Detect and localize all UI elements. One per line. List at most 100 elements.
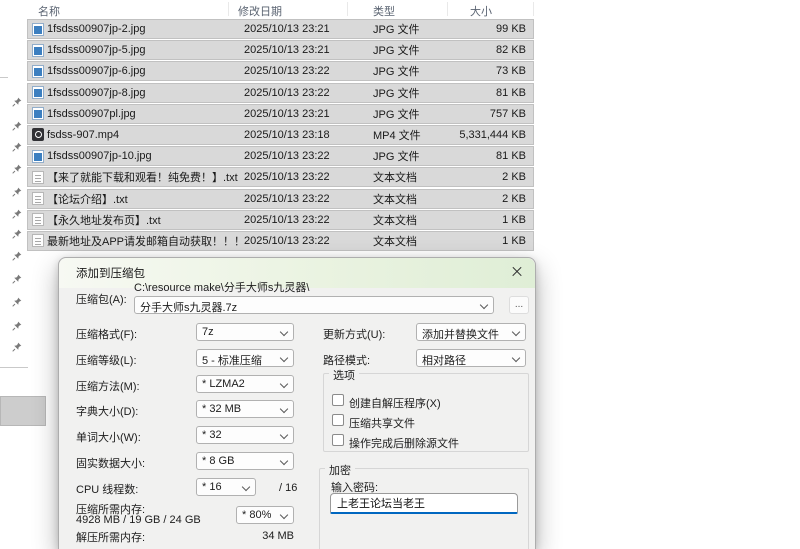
file-row[interactable]: 1fsdss00907jp-2.jpg2025/10/13 23:21JPG 文… bbox=[27, 19, 534, 39]
jpg-file-icon bbox=[32, 86, 44, 99]
jpg-file-icon bbox=[32, 107, 44, 120]
field-label: 单词大小(W): bbox=[76, 429, 141, 445]
column-header-date[interactable]: 修改日期 bbox=[238, 3, 282, 19]
field-value: * 16 bbox=[202, 481, 222, 493]
file-name: 【来了就能下载和观看！纯免费！】.txt bbox=[47, 169, 244, 185]
field-label: 字典大小(D): bbox=[76, 403, 138, 419]
pushpin-icon bbox=[12, 118, 22, 128]
rail-divider bbox=[0, 367, 28, 368]
file-row[interactable]: 1fsdss00907jp-8.jpg2025/10/13 23:22JPG 文… bbox=[27, 83, 534, 103]
file-row[interactable]: fsdss-907.mp42025/10/13 23:18MP4 文件5,331… bbox=[27, 125, 534, 145]
file-name: fsdss-907.mp4 bbox=[47, 129, 244, 141]
field-label: 压缩格式(F): bbox=[76, 326, 137, 342]
file-row[interactable]: 【论坛介绍】.txt2025/10/13 23:22文本文档2 KB bbox=[27, 189, 534, 209]
file-type: JPG 文件 bbox=[373, 63, 457, 79]
pushpin-icon bbox=[12, 339, 22, 349]
pushpin-icon bbox=[12, 226, 22, 236]
txt-file-icon bbox=[32, 213, 44, 226]
archive-name-value: 分手大师s九灵器.7z bbox=[140, 302, 237, 314]
field-combobox[interactable]: * 8 GB bbox=[196, 452, 294, 470]
field-value: * 32 MB bbox=[202, 403, 241, 415]
file-row[interactable]: 最新地址及APP请发邮箱自动获取！！！.txt2025/10/13 23:22文… bbox=[27, 231, 534, 251]
file-type: MP4 文件 bbox=[373, 127, 457, 143]
file-size: 2 KB bbox=[457, 193, 533, 205]
file-row[interactable]: 1fsdss00907pl.jpg2025/10/13 23:21JPG 文件7… bbox=[27, 104, 534, 124]
memory-decompress-value: 34 MB bbox=[236, 530, 294, 542]
archive-name-combobox[interactable]: 分手大师s九灵器.7z bbox=[134, 296, 494, 314]
field-combobox[interactable]: * 32 MB bbox=[196, 400, 294, 418]
file-size: 81 KB bbox=[457, 150, 533, 162]
field-combobox[interactable]: 7z bbox=[196, 323, 294, 341]
add-to-archive-dialog: 添加到压缩包 压缩包(A): C:\resource make\分手大师s九灵器… bbox=[58, 257, 536, 549]
pushpin-icon bbox=[12, 271, 22, 281]
file-name: 1fsdss00907jp-6.jpg bbox=[47, 65, 244, 77]
pushpin-icon bbox=[12, 184, 22, 194]
field-label: 固实数据大小: bbox=[76, 455, 145, 471]
field-value: 7z bbox=[202, 326, 214, 338]
header-separator bbox=[347, 2, 348, 16]
file-row[interactable]: 1fsdss00907jp-6.jpg2025/10/13 23:22JPG 文… bbox=[27, 61, 534, 81]
file-type: 文本文档 bbox=[373, 169, 457, 185]
jpg-file-icon bbox=[32, 150, 44, 163]
file-name: 【永久地址发布页】.txt bbox=[47, 212, 244, 228]
pushpin-icon bbox=[12, 318, 22, 328]
file-type: JPG 文件 bbox=[373, 148, 457, 164]
column-header-size[interactable]: 大小 bbox=[470, 3, 492, 19]
file-name: 1fsdss00907jp-5.jpg bbox=[47, 44, 244, 56]
memory-usage-value: * 80% bbox=[242, 509, 271, 521]
explorer-window: 名称 修改日期 类型 大小 1fsdss00907jp-2.jpg2025/10… bbox=[0, 0, 800, 549]
field-combobox[interactable]: 添加并替换文件 bbox=[416, 323, 526, 341]
file-row[interactable]: 【永久地址发布页】.txt2025/10/13 23:22文本文档1 KB bbox=[27, 210, 534, 230]
file-size: 82 KB bbox=[457, 44, 533, 56]
pushpin-icon bbox=[12, 206, 22, 216]
file-size: 73 KB bbox=[457, 65, 533, 77]
file-row[interactable]: 1fsdss00907jp-5.jpg2025/10/13 23:21JPG 文… bbox=[27, 40, 534, 60]
checkbox-label: 压缩共享文件 bbox=[349, 415, 415, 431]
password-input[interactable] bbox=[330, 493, 518, 514]
column-header-type[interactable]: 类型 bbox=[373, 3, 395, 19]
checkbox[interactable] bbox=[332, 394, 344, 406]
field-value: * 32 bbox=[202, 429, 222, 441]
file-row[interactable]: 【来了就能下载和观看！纯免费！】.txt2025/10/13 23:22文本文档… bbox=[27, 167, 534, 187]
file-modified-date: 2025/10/13 23:22 bbox=[244, 65, 373, 77]
checkbox[interactable] bbox=[332, 414, 344, 426]
field-combobox[interactable]: * 32 bbox=[196, 426, 294, 444]
field-label: 压缩方法(M): bbox=[76, 378, 140, 394]
field-value: 5 - 标准压缩 bbox=[202, 355, 262, 367]
pushpin-icon bbox=[12, 94, 22, 104]
field-label: CPU 线程数: bbox=[76, 481, 138, 497]
file-modified-date: 2025/10/13 23:21 bbox=[244, 108, 373, 120]
file-modified-date: 2025/10/13 23:22 bbox=[244, 214, 373, 226]
column-header-name[interactable]: 名称 bbox=[38, 3, 60, 19]
file-size: 2 KB bbox=[457, 171, 533, 183]
options-group-title: 选项 bbox=[329, 367, 359, 383]
txt-file-icon bbox=[32, 234, 44, 247]
txt-file-icon bbox=[32, 192, 44, 205]
jpg-file-icon bbox=[32, 23, 44, 36]
field-combobox[interactable]: 相对路径 bbox=[416, 349, 526, 367]
field-combobox[interactable]: 5 - 标准压缩 bbox=[196, 349, 294, 367]
field-combobox[interactable]: * LZMA2 bbox=[196, 375, 294, 393]
close-icon[interactable] bbox=[508, 263, 526, 281]
file-size: 1 KB bbox=[457, 235, 533, 247]
file-modified-date: 2025/10/13 23:21 bbox=[244, 23, 373, 35]
file-type: JPG 文件 bbox=[373, 106, 457, 122]
field-value: * 8 GB bbox=[202, 455, 234, 467]
pushpin-icon bbox=[12, 248, 22, 258]
cpu-threads-max: / 16 bbox=[279, 482, 297, 494]
file-type: JPG 文件 bbox=[373, 21, 457, 37]
field-label: 压缩等级(L): bbox=[76, 352, 137, 368]
file-list-rows: 1fsdss00907jp-2.jpg2025/10/13 23:21JPG 文… bbox=[27, 19, 534, 252]
browse-button[interactable]: ... bbox=[509, 296, 529, 314]
archive-dir-path: C:\resource make\分手大师s九灵器\ bbox=[134, 279, 309, 295]
jpg-file-icon bbox=[32, 65, 44, 78]
file-row[interactable]: 1fsdss00907jp-10.jpg2025/10/13 23:22JPG … bbox=[27, 146, 534, 166]
header-separator bbox=[533, 2, 534, 16]
file-type: 文本文档 bbox=[373, 191, 457, 207]
memory-usage-combobox[interactable]: * 80% bbox=[236, 506, 294, 524]
field-combobox[interactable]: * 16 bbox=[196, 478, 256, 496]
memory-decompress-label: 解压所需内存: bbox=[76, 529, 145, 545]
rail-divider bbox=[0, 77, 8, 78]
file-name: 1fsdss00907jp-8.jpg bbox=[47, 87, 244, 99]
checkbox[interactable] bbox=[332, 434, 344, 446]
